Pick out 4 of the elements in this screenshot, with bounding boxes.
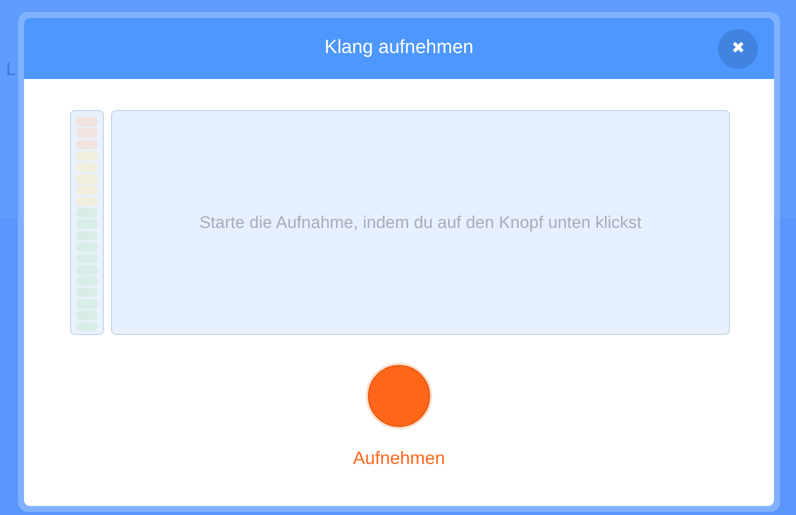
preview-message: Starte die Aufnahme, indem du auf den Knopf unten klickst [199, 212, 642, 234]
dialog-title: Klang aufnehmen [324, 36, 474, 60]
close-button[interactable]: ✖ [718, 29, 758, 69]
record-label: Aufnehmen [352, 447, 446, 470]
